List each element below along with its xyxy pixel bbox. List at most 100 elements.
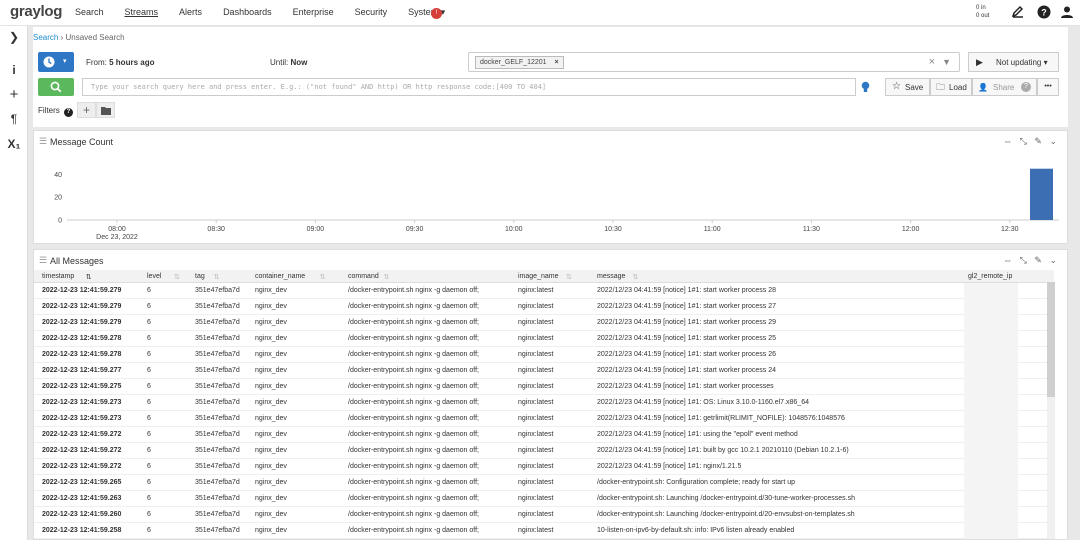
- scrollbar-thumb[interactable]: [1047, 282, 1055, 397]
- info-icon[interactable]: i: [0, 63, 28, 77]
- nav-alerts[interactable]: Alerts: [179, 7, 202, 18]
- add-filter-button[interactable]: +: [77, 102, 96, 118]
- paragraph-icon[interactable]: ¶: [0, 112, 28, 126]
- notification-badge[interactable]: !: [431, 8, 442, 19]
- focus-icon[interactable]: ⇔: [1003, 136, 1012, 146]
- table-row[interactable]: 2022-12-23 12:41:59.279 6 351e47efba7d ngin…: [34, 283, 1054, 299]
- edit-icon[interactable]: [1011, 5, 1025, 19]
- from-label: From:: [86, 58, 107, 67]
- graylog-logo[interactable]: graylog: [10, 3, 62, 20]
- y-tick-label: 40: [54, 172, 62, 179]
- column-header-timestamp[interactable]: timestamp: [42, 273, 74, 280]
- nav-security[interactable]: Security: [355, 7, 388, 18]
- share-search-button[interactable]: 👤 Share ?: [972, 78, 1037, 96]
- edit-widget-icon[interactable]: ✎: [1034, 136, 1042, 146]
- expand-sidebar-icon[interactable]: ❯: [0, 30, 28, 44]
- cell-command: /docker-entrypoint.sh nginx -g daemon of…: [348, 511, 480, 518]
- column-header-command[interactable]: command: [348, 273, 379, 280]
- filters-help-icon[interactable]: ?: [64, 108, 74, 117]
- expand-icon[interactable]: ⤡: [1020, 136, 1027, 146]
- cell-timestamp: 2022-12-23 12:41:59.275: [42, 383, 122, 390]
- lightbulb-icon[interactable]: [861, 81, 870, 94]
- parameters-icon[interactable]: X₁: [0, 137, 28, 151]
- focus-icon[interactable]: ⇔: [1003, 255, 1012, 265]
- help-icon[interactable]: ?: [1037, 5, 1051, 19]
- drag-handle-icon[interactable]: ☰: [39, 255, 47, 266]
- table-row[interactable]: 2022-12-23 12:41:59.278 6 351e47efba7d ngin…: [34, 331, 1054, 347]
- nav-enterprise[interactable]: Enterprise: [293, 7, 334, 18]
- timerange-type-button[interactable]: ▾: [38, 52, 74, 72]
- sort-icon[interactable]: ⇅: [214, 273, 220, 281]
- sort-icon[interactable]: ⇅: [566, 273, 572, 281]
- breadcrumb-search-link[interactable]: Search: [33, 33, 58, 42]
- table-row[interactable]: 2022-12-23 12:41:59.272 6 351e47efba7d ngin…: [34, 459, 1054, 475]
- sort-icon[interactable]: ⇅: [632, 273, 638, 281]
- column-header-message[interactable]: message: [597, 273, 625, 280]
- column-header-tag[interactable]: tag: [195, 273, 205, 280]
- play-icon[interactable]: ▶: [976, 57, 983, 68]
- cell-message: 2022/12/23 04:41:59 [notice] 1#1: start …: [597, 383, 774, 390]
- widget-menu-icon[interactable]: ⌄: [1049, 255, 1057, 265]
- cell-level: 6: [147, 463, 151, 470]
- cell-message: /docker-entrypoint.sh: Configuration com…: [597, 479, 796, 486]
- stream-selector[interactable]: docker_GELF_12201 × × ▼: [468, 52, 960, 72]
- column-header-image-name[interactable]: image_name: [518, 273, 558, 280]
- table-row[interactable]: 2022-12-23 12:41:59.278 6 351e47efba7d ngin…: [34, 347, 1054, 363]
- sort-icon[interactable]: ⇅: [86, 273, 92, 281]
- cell-image-name: nginx:latest: [518, 367, 554, 374]
- column-header-gl2-remote-ip[interactable]: gl2_remote_ip: [968, 273, 1012, 280]
- table-row[interactable]: 2022-12-23 12:41:59.279 6 351e47efba7d ngin…: [34, 299, 1054, 315]
- cell-command: /docker-entrypoint.sh nginx -g daemon of…: [348, 447, 480, 454]
- sort-icon[interactable]: ⇅: [383, 273, 389, 281]
- load-search-button[interactable]: 🗀 Load: [930, 78, 972, 96]
- table-row[interactable]: 2022-12-23 12:41:59.275 6 351e47efba7d ngin…: [34, 379, 1054, 395]
- nav-dashboards[interactable]: Dashboards: [223, 7, 272, 18]
- column-header-level[interactable]: level: [147, 273, 161, 280]
- stream-tag-remove-icon[interactable]: ×: [555, 59, 559, 66]
- refresh-control[interactable]: ▶ Not updating ▾: [968, 52, 1059, 72]
- cell-image-name: nginx:latest: [518, 319, 554, 326]
- share-help-icon[interactable]: ?: [1021, 82, 1031, 92]
- table-row[interactable]: 2022-12-23 12:41:59.265 6 351e47efba7d ngin…: [34, 475, 1054, 491]
- table-scrollbar[interactable]: [1047, 282, 1055, 539]
- cell-level: 6: [147, 399, 151, 406]
- widget-menu-icon[interactable]: ⌄: [1049, 136, 1057, 146]
- cell-container-name: nginx_dev: [255, 511, 287, 518]
- cell-container-name: nginx_dev: [255, 431, 287, 438]
- cell-level: 6: [147, 527, 151, 534]
- timerange-from[interactable]: From: 5 hours ago: [86, 58, 154, 67]
- table-row[interactable]: 2022-12-23 12:41:59.258 6 351e47efba7d ngin…: [34, 523, 1054, 539]
- more-actions-button[interactable]: •••: [1037, 78, 1059, 96]
- search-submit-button[interactable]: [38, 78, 74, 96]
- save-search-button[interactable]: ☆ Save: [885, 78, 930, 96]
- table-row[interactable]: 2022-12-23 12:41:59.279 6 351e47efba7d ngin…: [34, 315, 1054, 331]
- filter-folder-button[interactable]: [96, 102, 115, 118]
- cell-message: 2022/12/23 04:41:59 [notice] 1#1: start …: [597, 335, 777, 342]
- table-row[interactable]: 2022-12-23 12:41:59.263 6 351e47efba7d ngin…: [34, 491, 1054, 507]
- table-row[interactable]: 2022-12-23 12:41:59.272 6 351e47efba7d ngin…: [34, 427, 1054, 443]
- nav-streams[interactable]: Streams: [125, 7, 159, 18]
- clear-streams-icon[interactable]: ×: [929, 56, 935, 68]
- stream-tag: docker_GELF_12201 ×: [475, 56, 564, 69]
- stream-dropdown-icon[interactable]: ▼: [942, 57, 951, 67]
- sort-icon[interactable]: ⇅: [320, 273, 326, 281]
- add-widget-icon[interactable]: +: [0, 86, 28, 103]
- search-query-input[interactable]: Type your search query here and press en…: [82, 78, 856, 96]
- table-row[interactable]: 2022-12-23 12:41:59.272 6 351e47efba7d ngin…: [34, 443, 1054, 459]
- timerange-until[interactable]: Until: Now: [270, 58, 307, 67]
- sort-icon[interactable]: ⇅: [174, 273, 180, 281]
- refresh-dropdown[interactable]: Not updating ▾: [996, 58, 1048, 67]
- search-icon: [50, 81, 62, 93]
- table-row[interactable]: 2022-12-23 12:41:59.273 6 351e47efba7d ngin…: [34, 395, 1054, 411]
- drag-handle-icon[interactable]: ☰: [39, 136, 47, 147]
- nav-search[interactable]: Search: [75, 7, 104, 18]
- cell-container-name: nginx_dev: [255, 319, 287, 326]
- expand-icon[interactable]: ⤡: [1020, 255, 1027, 265]
- column-header-container-name[interactable]: container_name: [255, 273, 305, 280]
- user-icon[interactable]: [1060, 5, 1074, 19]
- table-row[interactable]: 2022-12-23 12:41:59.273 6 351e47efba7d ngin…: [34, 411, 1054, 427]
- edit-widget-icon[interactable]: ✎: [1034, 255, 1042, 265]
- cell-tag: 351e47efba7d: [195, 351, 240, 358]
- table-row[interactable]: 2022-12-23 12:41:59.277 6 351e47efba7d ngin…: [34, 363, 1054, 379]
- table-row[interactable]: 2022-12-23 12:41:59.260 6 351e47efba7d ngin…: [34, 507, 1054, 523]
